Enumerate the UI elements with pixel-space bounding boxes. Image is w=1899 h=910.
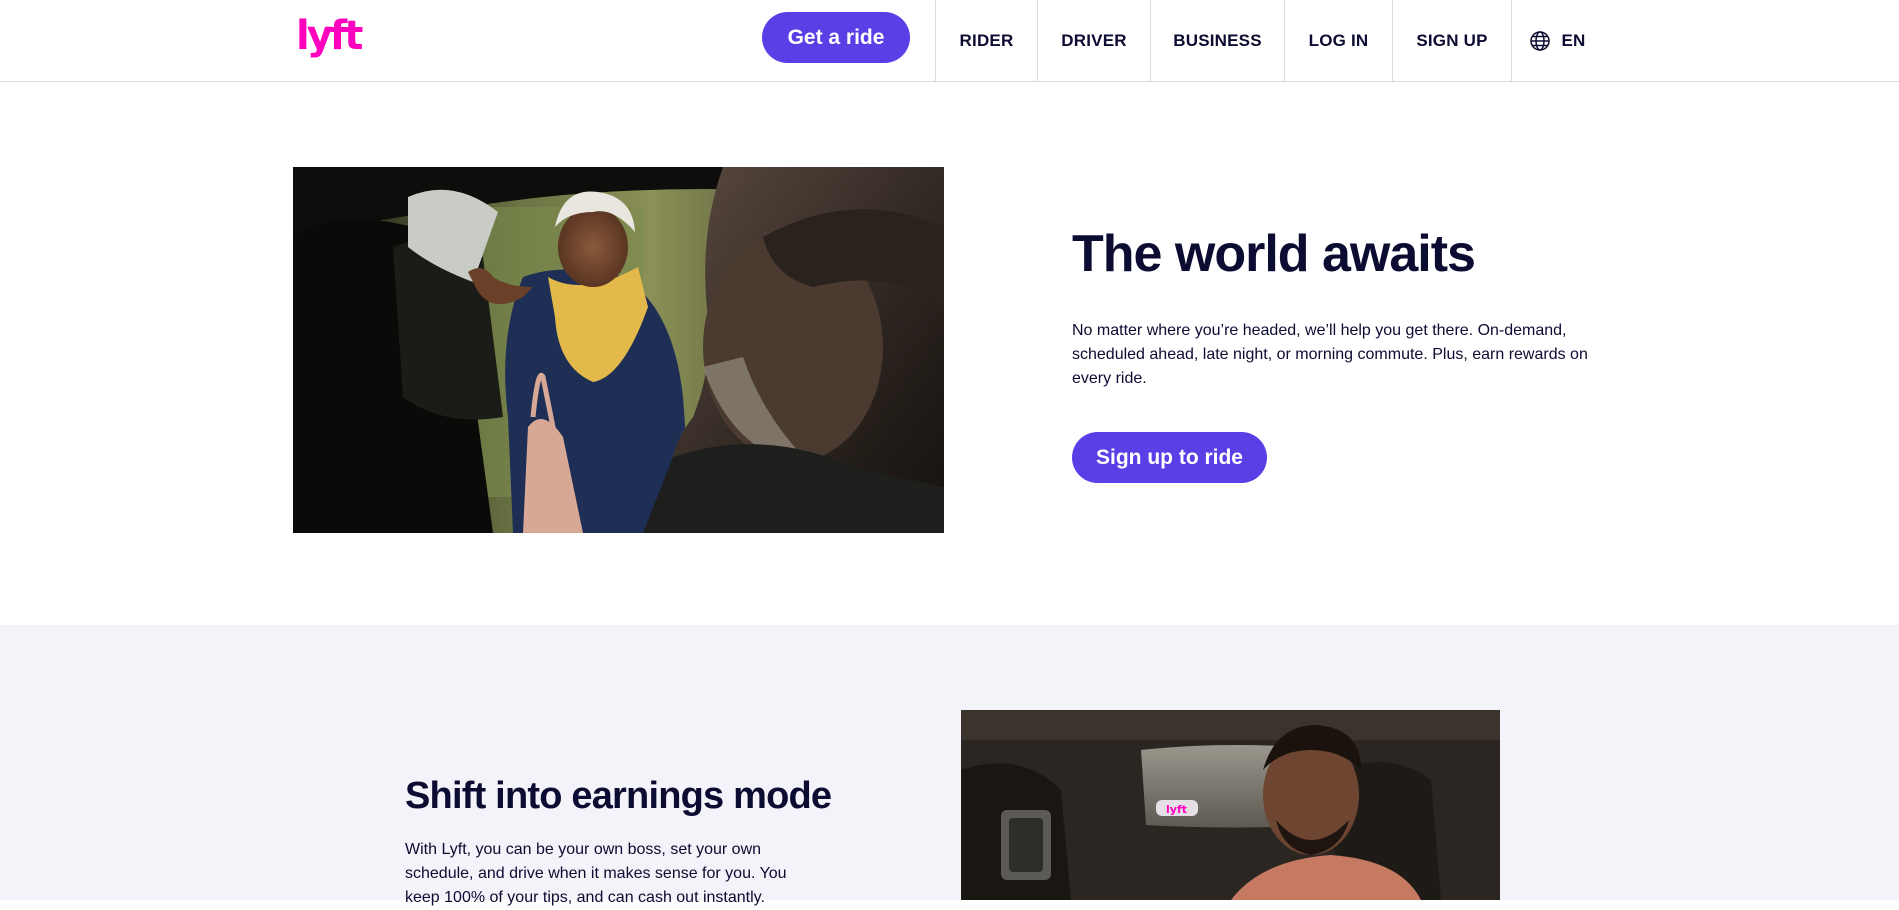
- earnings-description: With Lyft, you can be your own boss, set…: [405, 841, 787, 906]
- rider-photo: [293, 167, 944, 533]
- nav-signup[interactable]: SIGN UP: [1392, 0, 1511, 82]
- sign-up-to-ride-button[interactable]: Sign up to ride: [1072, 432, 1267, 483]
- site-header: lyft Get a ride RIDER DRIVER BUSINESS LO…: [0, 0, 1899, 82]
- nav-login[interactable]: LOG IN: [1284, 0, 1392, 82]
- nav-rider[interactable]: RIDER: [935, 0, 1037, 82]
- driver-photo: lyft: [961, 710, 1500, 900]
- earnings-title: Shift into earnings mode: [405, 775, 832, 817]
- nav-driver[interactable]: DRIVER: [1037, 0, 1150, 82]
- main-nav: RIDER DRIVER BUSINESS LOG IN SIGN UP EN: [935, 0, 1599, 82]
- hero-description: No matter where you’re headed, we’ll hel…: [1072, 322, 1588, 387]
- hero-title: The world awaits: [1072, 225, 1476, 283]
- nav-business[interactable]: BUSINESS: [1150, 0, 1284, 82]
- earnings-section: [0, 625, 1899, 900]
- get-a-ride-button[interactable]: Get a ride: [762, 12, 910, 63]
- language-selector[interactable]: EN: [1511, 0, 1599, 82]
- language-label: EN: [1561, 31, 1586, 50]
- globe-icon: [1529, 30, 1551, 52]
- lyft-logo[interactable]: lyft: [296, 14, 363, 58]
- svg-text:lyft: lyft: [1166, 803, 1187, 816]
